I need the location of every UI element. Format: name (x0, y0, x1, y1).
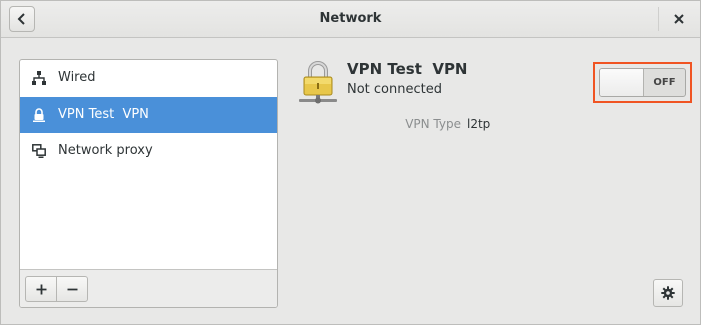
sidebar-item-label: VPN Test VPN (58, 107, 149, 122)
vpn-settings-button[interactable] (653, 279, 683, 307)
window-title: Network (319, 11, 382, 26)
toggle-knob (600, 69, 644, 96)
vpn-padlock-icon (299, 61, 337, 104)
vpn-type-label: VPN Type (405, 117, 461, 131)
sidebar-item-label: Wired (58, 70, 96, 85)
toggle-state-label: OFF (653, 77, 676, 88)
minus-icon (67, 288, 77, 290)
network-proxy-icon (32, 144, 46, 158)
sidebar-toolbar (20, 269, 277, 307)
vpn-connection-toggle[interactable]: OFF (599, 68, 686, 97)
remove-connection-button[interactable] (56, 276, 88, 302)
connection-status: Not connected (347, 82, 442, 97)
titlebar: Network (1, 1, 700, 38)
sidebar-item-wired[interactable]: Wired (20, 60, 277, 96)
sidebar-item-network-proxy[interactable]: Network proxy (20, 133, 277, 169)
vpn-lock-icon (33, 108, 45, 122)
vpn-type-value: l2tp (467, 117, 491, 131)
close-button[interactable] (666, 7, 692, 31)
sidebar-item-vpn[interactable]: VPN Test VPN (20, 97, 277, 133)
connection-name: VPN Test VPN (347, 60, 468, 78)
wired-network-icon (32, 71, 46, 85)
close-icon (674, 14, 684, 24)
titlebar-separator (658, 7, 659, 31)
add-connection-button[interactable] (25, 276, 57, 302)
gear-icon (661, 286, 675, 300)
connection-list: Wired VPN Test VPN Network proxy (19, 59, 278, 308)
network-window: Network Wired VPN Test VPN Network proxy… (0, 0, 701, 325)
sidebar-item-label: Network proxy (58, 143, 153, 158)
plus-icon (36, 284, 46, 294)
